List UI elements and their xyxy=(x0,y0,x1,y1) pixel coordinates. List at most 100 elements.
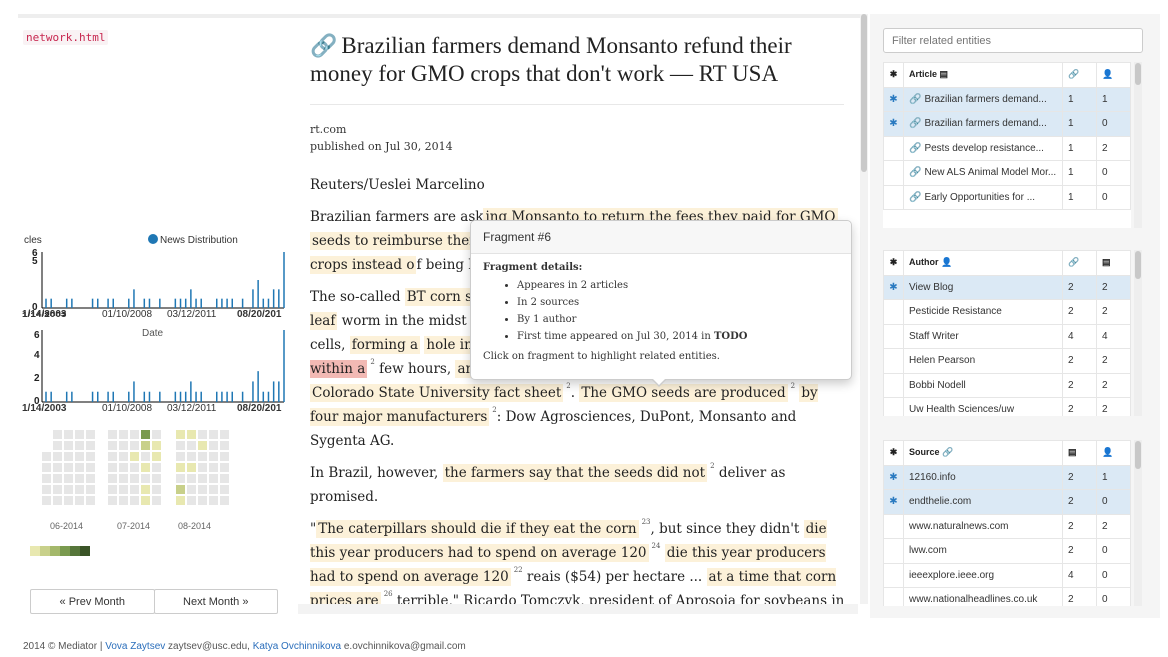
table-row[interactable]: Pesticide Resistance 2 2 xyxy=(883,299,1131,325)
calendar-day[interactable] xyxy=(53,463,62,472)
calendar-day[interactable] xyxy=(141,496,150,505)
calendar-day[interactable] xyxy=(53,474,62,483)
asterisk-icon[interactable] xyxy=(883,323,904,349)
table-row[interactable]: ✱ 12160.info 2 1 xyxy=(883,464,1131,490)
calendar-day[interactable] xyxy=(152,441,161,450)
calendar-day[interactable] xyxy=(119,452,128,461)
asterisk-icon[interactable]: ✱ xyxy=(883,274,904,300)
row-title[interactable]: Bobbi Nodell xyxy=(903,372,1063,398)
asterisk-icon[interactable]: ✱ xyxy=(883,62,904,88)
user-icon[interactable]: 👤 xyxy=(1096,440,1131,466)
row-title[interactable]: 🔗 Pests develop resistance... xyxy=(903,135,1063,161)
calendar-day[interactable] xyxy=(176,463,185,472)
user-icon[interactable]: 👤 xyxy=(1096,62,1131,88)
calendar-day[interactable] xyxy=(152,474,161,483)
calendar-day[interactable] xyxy=(119,485,128,494)
calendar-day[interactable] xyxy=(75,463,84,472)
row-title[interactable]: www.naturalnews.com xyxy=(903,513,1063,539)
calendar-day[interactable] xyxy=(108,463,117,472)
calendar-day[interactable] xyxy=(220,430,229,439)
calendar-day[interactable] xyxy=(119,463,128,472)
calendar-day[interactable] xyxy=(42,496,51,505)
calendar-day[interactable] xyxy=(108,485,117,494)
scrollbar-thumb[interactable] xyxy=(1135,441,1141,469)
fragment[interactable]: the farmers say that the seeds did not xyxy=(442,464,708,482)
asterisk-icon[interactable] xyxy=(883,562,904,588)
document-icon[interactable]: ▤ xyxy=(1096,250,1131,276)
calendar-day[interactable] xyxy=(198,441,207,450)
calendar-day[interactable] xyxy=(86,441,95,450)
calendar-day[interactable] xyxy=(198,496,207,505)
calendar-day[interactable] xyxy=(198,452,207,461)
calendar-day[interactable] xyxy=(220,452,229,461)
authors-scrollbar[interactable] xyxy=(1134,250,1142,416)
calendar-day[interactable] xyxy=(86,474,95,483)
asterisk-icon[interactable]: ✱ xyxy=(883,111,904,137)
next-month-button[interactable]: Next Month » xyxy=(153,589,278,614)
calendar-day[interactable] xyxy=(86,430,95,439)
calendar-day[interactable] xyxy=(209,430,218,439)
asterisk-icon[interactable]: ✱ xyxy=(883,464,904,490)
calendar-day[interactable] xyxy=(42,452,51,461)
calendar-day[interactable] xyxy=(119,496,128,505)
calendar-day[interactable] xyxy=(141,463,150,472)
row-title[interactable]: ieeexplore.ieee.org xyxy=(903,562,1063,588)
fragment[interactable]: The caterpillars should die if they eat … xyxy=(316,520,639,538)
calendar-day[interactable] xyxy=(64,496,73,505)
articles-scrollbar[interactable] xyxy=(1134,62,1142,228)
calendar-day[interactable] xyxy=(75,441,84,450)
calendar-day[interactable] xyxy=(141,474,150,483)
fragment[interactable]: The GMO seeds are produced xyxy=(579,384,788,402)
calendar-day[interactable] xyxy=(108,430,117,439)
asterisk-icon[interactable] xyxy=(883,160,904,186)
calendar-day[interactable] xyxy=(198,430,207,439)
table-row[interactable]: www.nationalheadlines.co.uk 2 0 xyxy=(883,587,1131,606)
fragment[interactable]: Colorado State University fact sheet xyxy=(310,384,564,402)
calendar-day[interactable] xyxy=(209,485,218,494)
calendar-day[interactable] xyxy=(187,452,196,461)
source-header[interactable]: Source 🔗 xyxy=(903,440,1063,466)
article-scrollbar[interactable] xyxy=(860,14,868,604)
calendar-day[interactable] xyxy=(119,474,128,483)
calendar-day[interactable] xyxy=(152,452,161,461)
asterisk-icon[interactable]: ✱ xyxy=(883,440,904,466)
calendar-day[interactable] xyxy=(220,463,229,472)
asterisk-icon[interactable] xyxy=(883,372,904,398)
calendar-day[interactable] xyxy=(209,452,218,461)
table-row[interactable]: ✱ View Blog 2 2 xyxy=(883,274,1131,300)
calendar-day[interactable] xyxy=(130,463,139,472)
table-row[interactable]: Helen Pearson 2 2 xyxy=(883,348,1131,374)
sources-scrollbar[interactable] xyxy=(1134,440,1142,606)
table-row[interactable]: 🔗 Pests develop resistance... 1 2 xyxy=(883,135,1131,161)
calendar-day[interactable] xyxy=(130,485,139,494)
calendar-day[interactable] xyxy=(198,474,207,483)
calendar-day[interactable] xyxy=(152,496,161,505)
link-icon[interactable]: 🔗 xyxy=(1062,250,1097,276)
table-row[interactable]: Staff Writer 4 4 xyxy=(883,323,1131,349)
calendar-day[interactable] xyxy=(141,441,150,450)
calendar-day[interactable] xyxy=(53,485,62,494)
prev-month-button[interactable]: « Prev Month xyxy=(30,589,155,614)
author-header[interactable]: Author 👤 xyxy=(903,250,1063,276)
calendar-day[interactable] xyxy=(187,441,196,450)
calendar-day[interactable] xyxy=(86,485,95,494)
calendar-day[interactable] xyxy=(187,474,196,483)
calendar-day[interactable] xyxy=(209,496,218,505)
calendar-day[interactable] xyxy=(198,463,207,472)
fragment[interactable]: forming a xyxy=(349,336,421,354)
table-row[interactable]: ✱ 🔗 Brazilian farmers demand... 1 1 xyxy=(883,86,1131,112)
calendar-day[interactable] xyxy=(220,474,229,483)
calendar-day[interactable] xyxy=(53,496,62,505)
scrollbar-thumb[interactable] xyxy=(1135,251,1141,279)
row-title[interactable]: 🔗 Brazilian farmers demand... xyxy=(903,86,1063,112)
asterisk-icon[interactable] xyxy=(883,538,904,564)
calendar-day[interactable] xyxy=(176,430,185,439)
author-link[interactable]: Vova Zaytsev xyxy=(105,641,165,652)
calendar-day[interactable] xyxy=(64,485,73,494)
calendar-day[interactable] xyxy=(53,430,62,439)
calendar-day[interactable] xyxy=(130,430,139,439)
author-link[interactable]: Katya Ovchinnikova xyxy=(253,641,341,652)
calendar-day[interactable] xyxy=(152,430,161,439)
row-title[interactable]: View Blog xyxy=(903,274,1063,300)
calendar-day[interactable] xyxy=(141,485,150,494)
